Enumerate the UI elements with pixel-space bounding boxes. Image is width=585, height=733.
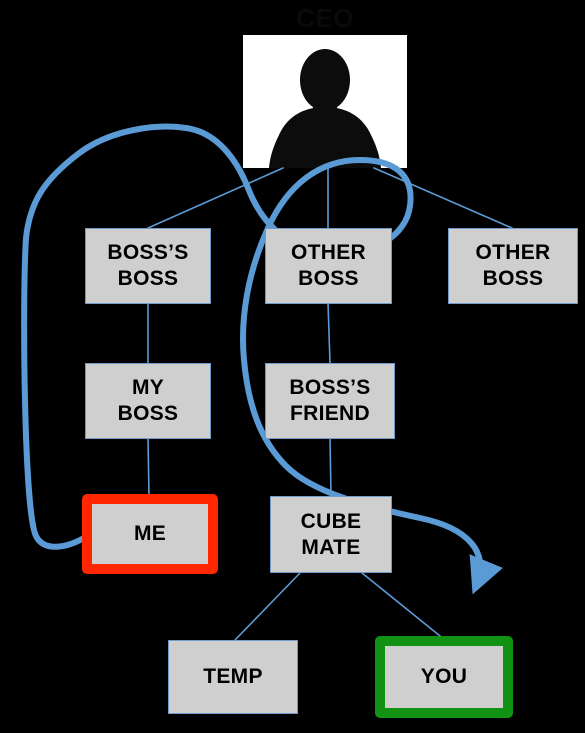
node-label-line2: BOSS <box>117 267 179 290</box>
node-label-line1: BOSS’S <box>107 241 189 265</box>
node-bosss-friend[interactable]: BOSS’S FRIEND <box>265 363 395 439</box>
node-bosss-boss[interactable]: BOSS’S BOSS <box>85 228 211 304</box>
node-other-boss-right[interactable]: OTHER BOSS <box>448 228 578 304</box>
node-label-line2: FRIEND <box>290 402 370 425</box>
node-label-line2: BOSS <box>482 267 544 290</box>
org-chart-canvas: CEO BOSS’S BOSS OTHER BOSS OTHER BOSS MY… <box>0 0 585 733</box>
node-label-line1: YOU <box>420 665 468 689</box>
node-cube-mate[interactable]: CUBE MATE <box>270 496 392 573</box>
node-label-line1: CUBE <box>300 509 362 533</box>
node-label-line1: TEMP <box>203 665 263 689</box>
node-label-line2: BOSS <box>298 267 359 290</box>
ceo-silhouette-photo <box>243 35 407 168</box>
node-label-line1: ME <box>133 522 167 546</box>
node-me[interactable]: ME <box>82 494 218 574</box>
node-label-line1: OTHER <box>475 241 551 265</box>
node-label-line2: BOSS <box>117 402 179 425</box>
node-label-line1: BOSS’S <box>289 376 371 400</box>
node-other-boss-middle[interactable]: OTHER BOSS <box>265 228 392 304</box>
ceo-title-label: CEO <box>296 3 354 33</box>
node-you[interactable]: YOU <box>375 636 513 718</box>
node-my-boss[interactable]: MY BOSS <box>85 363 211 439</box>
node-label-line1: OTHER <box>291 241 366 265</box>
node-temp[interactable]: TEMP <box>168 640 298 714</box>
node-label-line2: MATE <box>301 535 361 559</box>
node-label-line1: MY <box>131 376 165 400</box>
